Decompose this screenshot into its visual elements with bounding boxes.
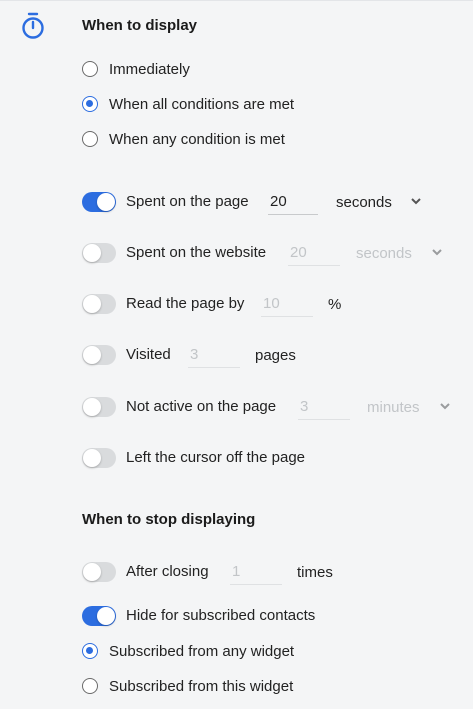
radio-indicator[interactable] [82, 96, 98, 112]
spent-on-website-value-input[interactable]: 20 [288, 240, 340, 266]
radio-indicator[interactable] [82, 643, 98, 659]
radio-label: Subscribed from any widget [109, 642, 295, 660]
not-active-unit-select[interactable]: minutes [367, 399, 420, 416]
stop-heading: When to stop displaying [82, 511, 256, 528]
toggle-knob [83, 244, 101, 262]
radio-indicator[interactable] [82, 131, 98, 147]
chevron-down-icon[interactable] [411, 198, 421, 205]
after-closing-unit: times [297, 564, 333, 581]
after-closing-value-input[interactable]: 1 [230, 559, 282, 585]
toggle-knob [97, 193, 115, 211]
toggle-knob [97, 607, 115, 625]
radio-any-condition[interactable]: When any condition is met [82, 128, 285, 150]
stop-label: Hide for subscribed contacts [126, 607, 316, 624]
chevron-down-icon[interactable] [440, 403, 450, 410]
condition-read-page: Read the page by 10 % [82, 291, 462, 317]
radio-label: Immediately [109, 60, 190, 78]
toggle-knob [83, 449, 101, 467]
toggle-knob [83, 398, 101, 416]
radio-immediately[interactable]: Immediately [82, 58, 190, 80]
toggle-knob [83, 563, 101, 581]
spent-on-website-toggle[interactable] [82, 243, 116, 263]
radio-label: When all conditions are met [109, 95, 295, 113]
read-page-value-input[interactable]: 10 [261, 291, 313, 317]
toggle-knob [83, 346, 101, 364]
condition-cursor-off-page: Left the cursor off the page [82, 445, 462, 471]
condition-label: Not active on the page [126, 398, 277, 415]
stop-after-closing: After closing 1 times [82, 559, 462, 585]
after-closing-toggle[interactable] [82, 562, 116, 582]
visited-unit: pages [255, 347, 296, 364]
read-page-toggle[interactable] [82, 294, 116, 314]
not-active-value-input[interactable]: 3 [298, 394, 350, 420]
condition-label: Read the page by [126, 295, 245, 312]
radio-indicator[interactable] [82, 678, 98, 694]
spent-on-page-unit-select[interactable]: seconds [336, 194, 392, 211]
radio-subscribed-this-widget[interactable]: Subscribed from this widget [82, 675, 293, 697]
condition-visited: Visited 3 pages [82, 342, 462, 368]
radio-label: Subscribed from this widget [109, 677, 294, 695]
read-page-unit: % [328, 296, 342, 313]
condition-spent-on-page: Spent on the page 20 seconds [82, 189, 462, 215]
hide-subscribed-toggle[interactable] [82, 606, 116, 626]
condition-label: Spent on the page [126, 193, 249, 210]
condition-not-active: Not active on the page 3 minutes [82, 394, 462, 420]
not-active-toggle[interactable] [82, 397, 116, 417]
chevron-down-icon[interactable] [432, 249, 442, 256]
radio-indicator[interactable] [82, 61, 98, 77]
visited-toggle[interactable] [82, 345, 116, 365]
condition-label: Visited [126, 346, 171, 363]
radio-subscribed-any-widget[interactable]: Subscribed from any widget [82, 640, 294, 662]
radio-all-conditions[interactable]: When all conditions are met [82, 93, 294, 115]
spent-on-page-value-input[interactable]: 20 [268, 189, 318, 215]
top-divider [0, 0, 473, 1]
timer-icon [22, 12, 44, 39]
condition-label: Spent on the website [126, 244, 267, 261]
radio-label: When any condition is met [109, 130, 285, 148]
display-heading: When to display [82, 17, 198, 34]
spent-on-page-toggle[interactable] [82, 192, 116, 212]
stop-label: After closing [126, 563, 209, 580]
visited-value-input[interactable]: 3 [188, 342, 240, 368]
widget-display-settings: When to display Immediately When all con… [0, 0, 473, 709]
cursor-off-page-toggle[interactable] [82, 448, 116, 468]
condition-label: Left the cursor off the page [126, 449, 306, 466]
toggle-knob [83, 295, 101, 313]
stop-hide-subscribed: Hide for subscribed contacts [82, 603, 462, 629]
condition-spent-on-website: Spent on the website 20 seconds [82, 240, 462, 266]
spent-on-website-unit-select[interactable]: seconds [356, 245, 412, 262]
